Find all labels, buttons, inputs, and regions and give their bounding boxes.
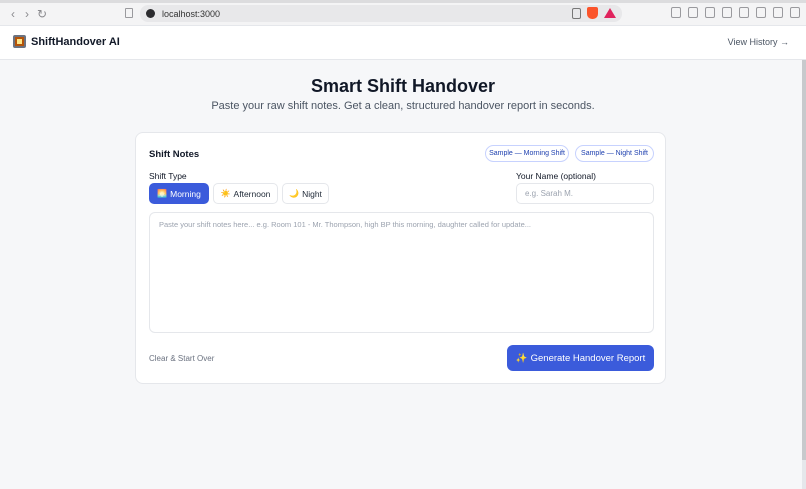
app-header: ShiftHandover AI View History → [0,26,806,60]
scrollbar-thumb[interactable] [802,60,806,460]
sunrise-icon: 🌅 [157,189,168,198]
brave-rewards-icon[interactable] [604,8,616,18]
card-title: Shift Notes [149,149,200,160]
sample-morning-button[interactable]: Sample — Morning Shift [485,145,569,162]
download-icon[interactable] [705,7,715,18]
brand-name[interactable]: ShiftHandover AI [31,36,120,48]
shift-morning-button[interactable]: 🌅 Morning [149,183,209,204]
shift-notes-textarea[interactable] [149,212,654,333]
reload-icon[interactable]: ↻ [34,6,50,22]
shift-afternoon-button[interactable]: ☀️ Afternoon [213,183,278,204]
name-label: Your Name (optional) [516,171,597,181]
browser-toolbar: ‹ › ↻ localhost:3000 [0,0,806,26]
clear-start-over-link[interactable]: Clear & Start Over [149,354,214,363]
menu-icon[interactable] [790,7,800,18]
leo-icon[interactable] [756,7,766,18]
moon-icon: 🌙 [289,189,300,198]
page-scrollbar[interactable] [802,60,806,489]
tabs-icon[interactable] [688,7,698,18]
url-text: localhost:3000 [162,8,221,19]
extensions-icon[interactable] [671,7,681,18]
page-title: Smart Shift Handover [310,76,496,96]
shift-type-label: Shift Type [149,171,187,181]
shift-notes-card: Shift Notes Sample — Morning Shift Sampl… [135,132,666,384]
tab-strip [0,0,806,3]
page-subtitle: Paste your raw shift notes. Get a clean,… [211,100,595,112]
shift-morning-label: Morning [170,188,201,199]
shift-night-label: Night [302,188,322,199]
shift-night-button[interactable]: 🌙 Night [282,183,329,204]
sample-night-button[interactable]: Sample — Night Shift [575,145,654,162]
view-history-link[interactable]: View History → [728,37,789,47]
site-info-icon[interactable] [146,9,155,18]
sun-icon: ☀️ [220,189,231,198]
generate-report-label: Generate Handover Report [530,352,646,364]
sparkles-icon: ✨ [515,352,528,364]
share-icon[interactable] [572,7,581,19]
wallet-icon[interactable] [739,7,749,18]
shift-afternoon-label: Afternoon [233,188,271,199]
generate-report-button[interactable]: ✨ Generate Handover Report [507,345,654,371]
sidebar-icon[interactable] [722,7,732,18]
bookmark-icon[interactable] [125,8,133,18]
forward-icon[interactable]: › [19,6,35,22]
hospital-icon [13,35,26,48]
browser-actions [671,7,800,18]
address-bar[interactable]: localhost:3000 [140,5,622,22]
vpn-icon[interactable] [773,7,783,18]
brave-shield-icon[interactable] [587,7,598,19]
name-input[interactable] [516,183,654,204]
